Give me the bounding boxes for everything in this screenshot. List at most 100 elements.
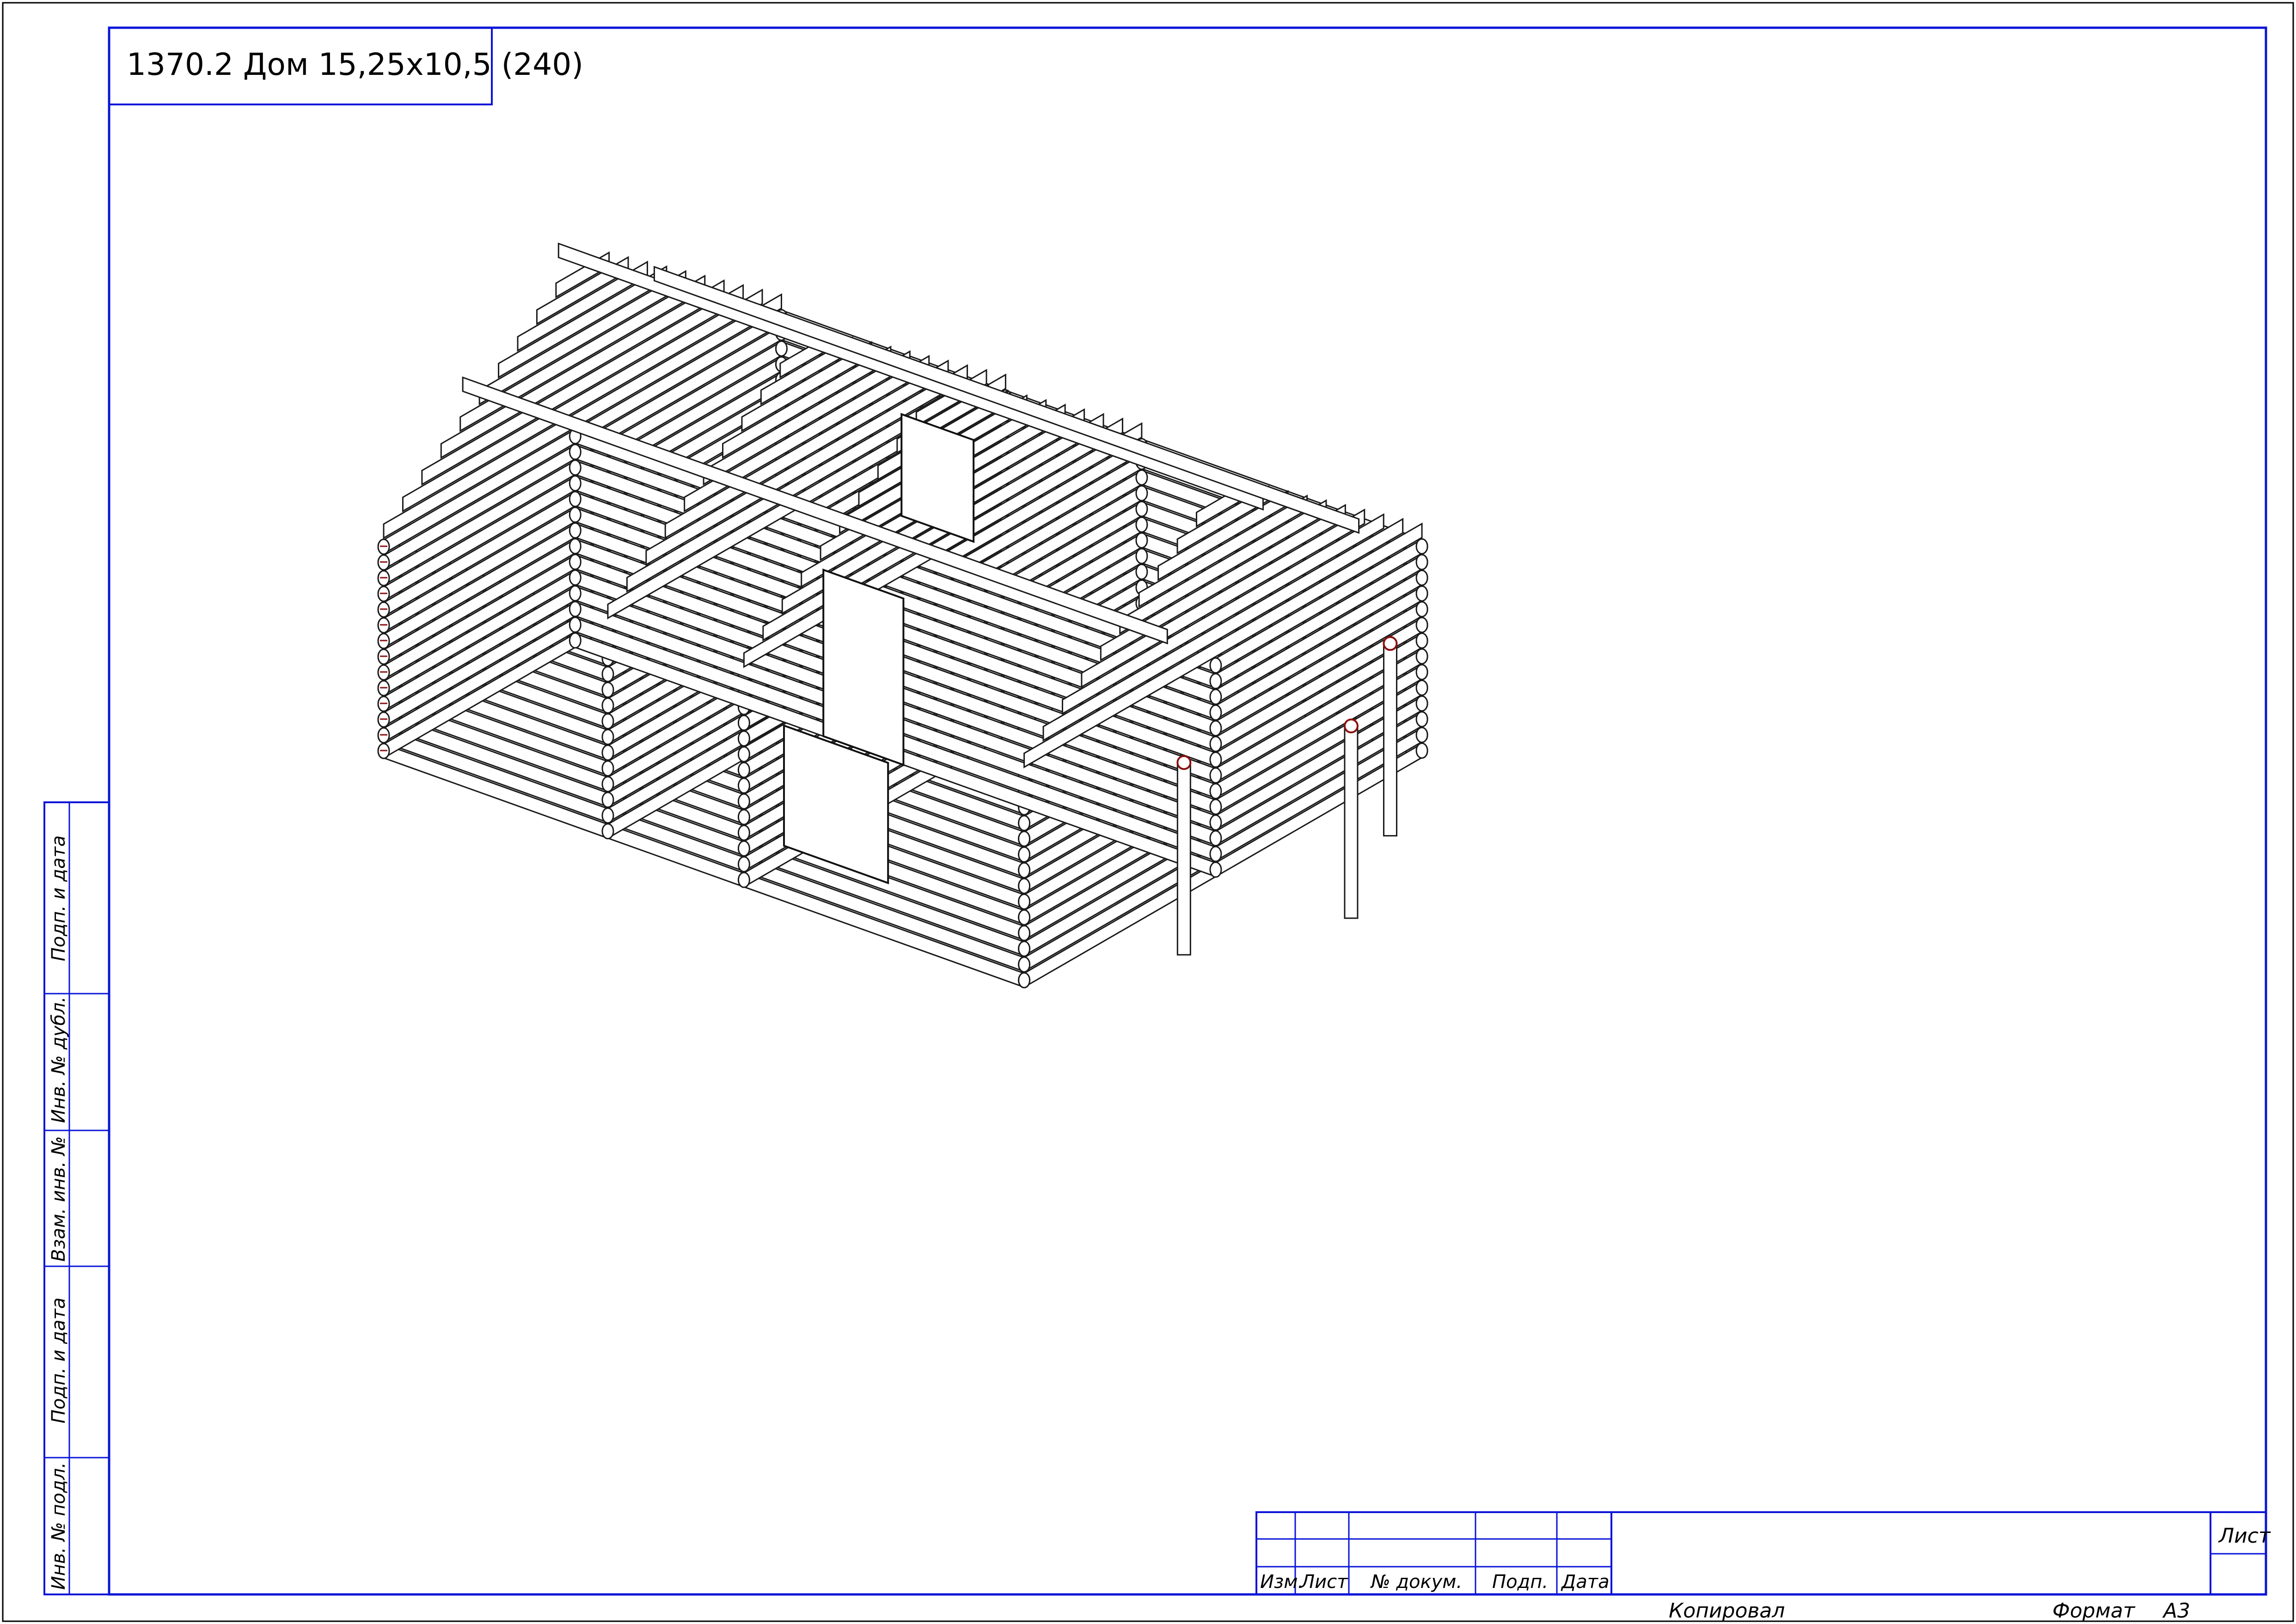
drawing-sheet: 1370.2 Дом 15,25x10,5 (240) Подп. и дата… bbox=[2, 2, 2294, 1623]
partition-c-log-end bbox=[1209, 767, 1222, 784]
partition-b-log-end bbox=[737, 730, 750, 747]
partition-b-log-end bbox=[1135, 501, 1148, 517]
right-wall-log-end bbox=[1018, 846, 1031, 863]
right-wall-log-end bbox=[1415, 585, 1428, 602]
log-house-axonometric bbox=[377, 242, 1428, 989]
partition-c-log-end bbox=[1209, 673, 1222, 690]
tb-header-date: Дата bbox=[1561, 1571, 1610, 1593]
right-wall-log-end bbox=[1018, 862, 1031, 879]
right-wall-log-end bbox=[1415, 632, 1428, 649]
partition-c-log-end bbox=[1209, 783, 1222, 800]
partition-a-log-end bbox=[601, 776, 614, 793]
right-wall-log-end bbox=[1018, 893, 1031, 910]
tb-format-label: Формат bbox=[2052, 1599, 2136, 1623]
partition-b-log-end bbox=[1135, 563, 1148, 580]
right-wall-log-end bbox=[1415, 569, 1428, 586]
partition-a-log-end bbox=[601, 792, 614, 808]
right-wall-log-end bbox=[1415, 727, 1428, 743]
right-wall-log-end bbox=[1415, 554, 1428, 570]
partition-c-log-end bbox=[1209, 814, 1222, 831]
partition-b-log-end bbox=[737, 714, 750, 731]
porch-post-3-top bbox=[1343, 718, 1359, 733]
partition-c-log-end bbox=[569, 538, 582, 555]
right-wall-log-end bbox=[1415, 742, 1428, 759]
porch-post-3 bbox=[1344, 725, 1359, 919]
partition-b-log-end bbox=[737, 762, 750, 778]
side-stamp-cell-1: Подп. и дата bbox=[48, 836, 69, 961]
right-wall-log-end bbox=[1415, 679, 1428, 696]
right-wall-log-end bbox=[1018, 878, 1031, 894]
right-wall-log-end bbox=[1415, 648, 1428, 665]
partition-c-log-end bbox=[1209, 689, 1222, 705]
partition-b-log-end bbox=[737, 777, 750, 794]
partition-c-log-end bbox=[1209, 830, 1222, 847]
partition-c-log-end bbox=[569, 491, 582, 507]
partition-c-log-end bbox=[1209, 751, 1222, 768]
right-wall-log-end bbox=[1415, 617, 1428, 633]
right-wall-log-end bbox=[1018, 925, 1031, 941]
side-stamp-cell-3: Взам. инв. № bbox=[48, 1136, 69, 1262]
right-wall-log-end bbox=[1415, 664, 1428, 680]
tb-format-value: А3 bbox=[2162, 1599, 2190, 1623]
porch-post-1-top bbox=[1176, 755, 1192, 770]
partition-c-log-end bbox=[569, 632, 582, 649]
partition-c-log-end bbox=[569, 585, 582, 602]
partition-c-log-end bbox=[569, 554, 582, 570]
title-box: 1370.2 Дом 15,25x10,5 (240) bbox=[108, 27, 583, 105]
right-wall-log-end bbox=[1415, 601, 1428, 617]
partition-a-log-end bbox=[601, 745, 614, 761]
partition-c-log-end bbox=[569, 601, 582, 617]
doorway-1 bbox=[822, 568, 905, 766]
partition-c-log-end bbox=[569, 569, 582, 586]
partition-b-log-end bbox=[737, 793, 750, 810]
side-stamp-cell-4: Подп. и дата bbox=[48, 1298, 69, 1423]
partition-b-log-end bbox=[737, 809, 750, 825]
partition-c-log-end bbox=[1209, 799, 1222, 815]
partition-a-log-end bbox=[601, 713, 614, 730]
tb-header-doc: № докум. bbox=[1370, 1571, 1462, 1593]
right-wall-log-end bbox=[1415, 711, 1428, 727]
right-wall-log-end bbox=[1415, 695, 1428, 712]
right-wall-log-end bbox=[1018, 940, 1031, 957]
side-stamp: Подп. и дата Инв. № дубл. Взам. инв. № П… bbox=[43, 801, 110, 1595]
partition-c-log-end bbox=[1209, 861, 1222, 878]
partition-b-log-end bbox=[1135, 532, 1148, 549]
back-wall-log-end bbox=[775, 340, 788, 357]
partition-b-log-end bbox=[737, 872, 750, 888]
partition-c-log-end bbox=[1209, 720, 1222, 737]
partition-c-log-end bbox=[569, 617, 582, 633]
tb-header-izm: Изм. bbox=[1260, 1571, 1304, 1593]
tb-header-sign: Подп. bbox=[1492, 1571, 1548, 1593]
drawing-title: 1370.2 Дом 15,25x10,5 (240) bbox=[127, 47, 583, 82]
partition-c-log-end bbox=[1209, 704, 1222, 721]
partition-a-log-end bbox=[601, 823, 614, 840]
porch-post-1 bbox=[1176, 762, 1191, 956]
partition-b-log-end bbox=[1135, 469, 1148, 486]
partition-a-log-end bbox=[601, 697, 614, 714]
partition-a-log-end bbox=[601, 682, 614, 698]
porch-post-2-top bbox=[1383, 636, 1398, 651]
tb-sheet-label: Лист bbox=[2218, 1524, 2271, 1548]
partition-b-log-end bbox=[737, 746, 750, 763]
tb-header-list: Лист bbox=[1300, 1571, 1348, 1593]
partition-b-log-end bbox=[1135, 548, 1148, 564]
partition-b-log-end bbox=[1135, 485, 1148, 501]
partition-a-log-end bbox=[601, 666, 614, 683]
right-wall-log-end bbox=[1018, 830, 1031, 847]
partition-c-log-end bbox=[569, 444, 582, 460]
right-wall-log-end bbox=[1018, 815, 1031, 831]
right-wall-log-end bbox=[1018, 909, 1031, 926]
partition-b-log-end bbox=[1135, 516, 1148, 533]
partition-c-log-end bbox=[1209, 736, 1222, 752]
partition-b-log-end bbox=[737, 856, 750, 873]
partition-c-log-end bbox=[569, 522, 582, 539]
title-block: Изм. Лист № докум. Подп. Дата Лист Копир… bbox=[1255, 1511, 2271, 1623]
porch-post-2 bbox=[1383, 642, 1397, 836]
right-wall-log-end bbox=[1018, 972, 1031, 989]
partition-c-log-end bbox=[1209, 846, 1222, 862]
tb-copied-label: Копировал bbox=[1669, 1599, 1785, 1623]
partition-c-log-end bbox=[1209, 657, 1222, 674]
right-wall-log-end bbox=[1018, 956, 1031, 973]
partition-a-log-end bbox=[601, 760, 614, 777]
partition-b-log-end bbox=[737, 840, 750, 857]
